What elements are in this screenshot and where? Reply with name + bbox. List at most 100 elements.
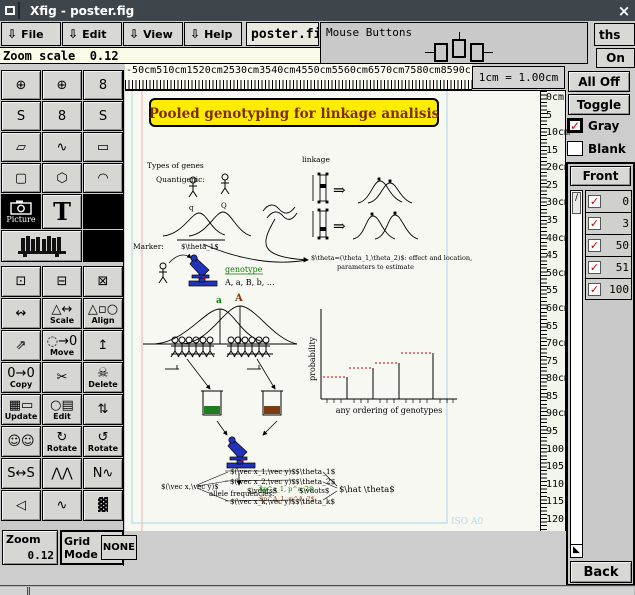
window-menu-icon	[5, 6, 15, 15]
rotate-cw-button[interactable]: ↻ Rotate	[42, 426, 82, 457]
horizontal-scrollbar[interactable]	[0, 585, 635, 595]
close-button[interactable]: ×	[613, 2, 635, 20]
box-button[interactable]: ▭	[83, 132, 123, 162]
drawing-canvas[interactable]: ISO A0 Pooled genotyping for linkage ana…	[125, 90, 540, 531]
arc-button[interactable]: ◠	[83, 163, 123, 193]
copy-button[interactable]: 0→0 Copy	[1, 362, 41, 393]
mode-toolbar: ⊕ ⊕ 8 S 8 S ▱ ∿ ▭ ▢ ⬡ ◠	[0, 70, 124, 566]
picture-mode-button[interactable]: Picture	[1, 194, 41, 229]
hscroll-thumb[interactable]	[29, 587, 634, 595]
menu-edit[interactable]: ⇩ Edit	[62, 22, 122, 46]
raise-button[interactable]: ↥	[83, 330, 123, 361]
horizontal-ruler[interactable]: -50cm510cm1520cm2530cm3540cm4550cm5560cm…	[125, 64, 472, 90]
convert-spline-button[interactable]: N∿	[83, 458, 123, 489]
scale-compound-button[interactable]: ⊠	[83, 266, 123, 297]
hruler-label: 15	[187, 65, 199, 76]
hruler-label: 90c	[453, 65, 471, 76]
update-button[interactable]: ▦▭ Update	[1, 394, 41, 425]
hruler-label: 65	[368, 65, 380, 76]
open-spline-button[interactable]: S	[1, 101, 41, 131]
linkage-label: linkage	[302, 155, 330, 164]
menu-file[interactable]: ⇩ File	[1, 22, 61, 46]
polyline-button[interactable]: ∿	[42, 132, 82, 162]
rotate-ccw-button[interactable]: ↺ Rotate	[83, 426, 123, 457]
hruler-label: 85	[441, 65, 453, 76]
svg-text:$(\vec x,\vec y)$: $(\vec x,\vec y)$	[161, 483, 219, 491]
pulldown-arrow-icon: ⇩	[7, 27, 17, 41]
depth-row[interactable]: ✓ 3	[585, 212, 632, 234]
flip-button[interactable]: ⇅	[83, 394, 123, 425]
theta1-label: $\theta_1$	[181, 243, 219, 251]
stretch-button[interactable]: S↔S	[1, 458, 41, 489]
hruler-label: 70cm	[380, 65, 404, 76]
regular-polygon-button[interactable]: ⬡	[42, 163, 82, 193]
marker-label: Marker:	[133, 242, 164, 251]
menu-view[interactable]: ⇩ View	[123, 22, 183, 46]
allele-distributions	[143, 306, 297, 369]
figures-tool-button[interactable]: ☺☺	[1, 426, 41, 457]
shift-point-button[interactable]: ⇗	[1, 330, 41, 361]
depth-scrollbar[interactable]: ∕ ◣	[570, 190, 583, 558]
cut-button[interactable]: ✂	[42, 362, 82, 393]
depth-row[interactable]: ✓ 0	[585, 190, 632, 212]
hruler-label: 25	[223, 65, 235, 76]
front-button[interactable]: Front	[570, 166, 631, 186]
text-mode-button[interactable]: T	[42, 194, 82, 229]
depth-row[interactable]: ✓ 50	[585, 234, 632, 256]
depth-row[interactable]: ✓ 100	[585, 278, 632, 300]
move-button[interactable]: ◌→0 Move	[42, 330, 82, 361]
closed-polyline-button[interactable]: ▱	[1, 132, 41, 162]
mouse-middle-button-icon	[452, 39, 466, 58]
align-button[interactable]: △▫○ Align	[83, 298, 123, 329]
measure-button[interactable]: ∿	[42, 490, 82, 521]
toggle-button[interactable]: Toggle	[568, 94, 630, 115]
arc-point-button[interactable]: ◁	[1, 490, 41, 521]
depth-scrollbar-down-icon[interactable]: ◣	[571, 544, 582, 557]
depth-checkbox[interactable]: ✓	[588, 217, 601, 230]
poster-drawing: ISO A0 Pooled genotyping for linkage ana…	[125, 91, 540, 531]
depth-checkbox[interactable]: ✓	[588, 283, 601, 296]
chromosome-icon	[313, 209, 328, 239]
svg-text:$(\vec x_k,\vec y)$: $(\vec x_k,\vec y)$	[230, 498, 295, 506]
edit-object-button[interactable]: ○▤ Edit	[42, 394, 82, 425]
scale-button[interactable]: △↔ Scale	[42, 298, 82, 329]
svg-text:$\theta_1$: $\theta_1$	[295, 467, 336, 476]
gray-checkbox[interactable]: ✓	[567, 118, 583, 133]
pulldown-arrow-icon: ⇩	[68, 27, 78, 41]
delete-button[interactable]: ☠ Delete	[83, 362, 123, 393]
mouse-right-button-icon	[470, 43, 484, 62]
menu-help[interactable]: ⇩ Help	[184, 22, 242, 46]
library-mode-button[interactable]	[1, 230, 82, 262]
arc-box-button[interactable]: ▢	[1, 163, 41, 193]
curve-label-a: a	[216, 296, 222, 306]
smooth-button[interactable]: ⋀⋀	[42, 458, 82, 489]
break-compound-button[interactable]: ⊟	[42, 266, 82, 297]
depth-value: 100	[603, 283, 629, 296]
depth-row[interactable]: ✓ 51	[585, 256, 632, 278]
back-button[interactable]: Back	[570, 561, 632, 583]
depth-checkbox[interactable]: ✓	[588, 261, 601, 274]
window-menu-button[interactable]	[2, 2, 20, 19]
closed-interp-spline-button[interactable]: 8	[42, 101, 82, 131]
hscroll-cap	[0, 587, 28, 595]
depth-checkbox[interactable]: ✓	[588, 195, 601, 208]
svg-text:q: q	[189, 204, 194, 212]
ellipse-radius-button[interactable]: ⊕	[1, 70, 41, 100]
vertical-ruler[interactable]: 0cm510cm1520cm2530cm3540cm4550cm5560cm65…	[540, 90, 566, 531]
hruler-ticks	[125, 80, 472, 89]
fill-style-button[interactable]: ▓	[83, 490, 123, 521]
glue-compound-button[interactable]: ⊡	[1, 266, 41, 297]
blank-checkbox[interactable]	[567, 141, 583, 156]
depth-checkbox[interactable]: ✓	[588, 239, 601, 252]
open-interp-spline-button[interactable]: S	[83, 101, 123, 131]
depth-value: 51	[603, 261, 629, 274]
closed-spline-button[interactable]: 8	[83, 70, 123, 100]
move-point-button[interactable]: ↭	[1, 298, 41, 329]
all-off-button[interactable]: All Off	[568, 71, 630, 92]
depths-on-button[interactable]: On	[596, 48, 635, 68]
zoom-setting-button[interactable]: Zoom 0.12	[2, 530, 58, 565]
depth-scrollbar-thumb[interactable]: ∕	[572, 192, 581, 214]
depth-value: 3	[603, 217, 629, 230]
ellipse-diameter-button[interactable]: ⊕	[42, 70, 82, 100]
grid-mode-button[interactable]: GridMode NONE	[60, 530, 124, 565]
